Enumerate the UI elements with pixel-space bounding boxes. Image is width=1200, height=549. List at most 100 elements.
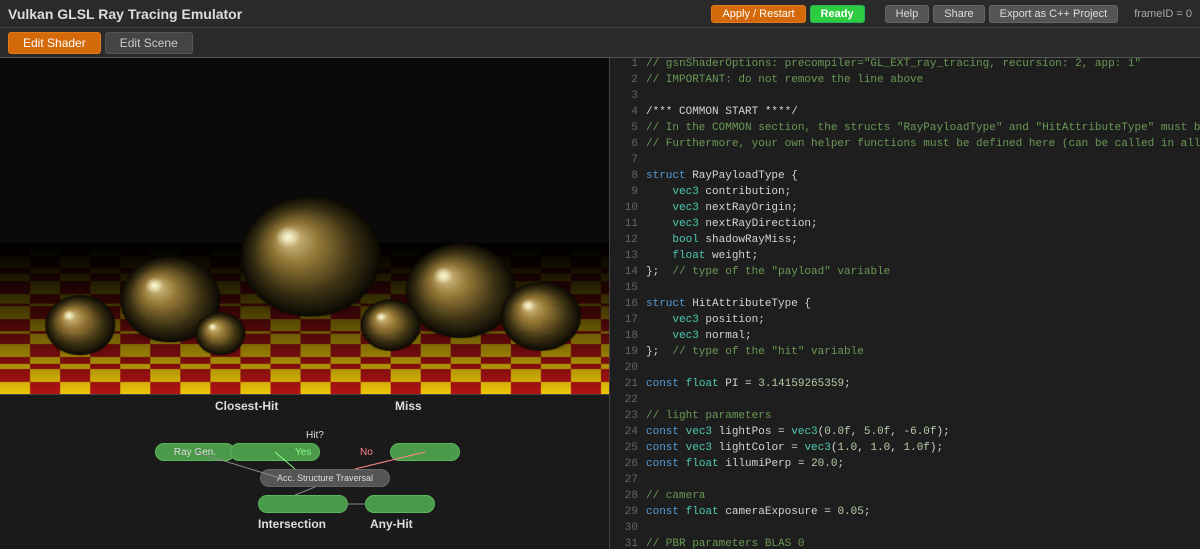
main-content: Closest-Hit Miss Ray Gen. Yes No Hit? Ac… [0,58,1200,549]
line-number: 27 [614,474,646,490]
tab-edit-scene[interactable]: Edit Scene [105,32,193,54]
line-content: const float illumiPerp = 20.0; [646,458,844,474]
line-number: 22 [614,394,646,410]
apply-restart-button[interactable]: Apply / Restart [711,5,805,23]
line-content: struct HitAttributeType { [646,298,811,314]
line-content: const float cameraExposure = 0.05; [646,506,870,522]
code-line: 3 [610,90,1200,106]
line-content: // IMPORTANT: do not remove the line abo… [646,74,923,90]
line-content: // gsnShaderOptions: precompiler="GL_EXT… [646,58,1141,74]
line-number: 23 [614,410,646,426]
line-content: }; // type of the "hit" variable [646,346,864,362]
app-title: Vulkan GLSL Ray Tracing Emulator [8,6,242,22]
line-content: // camera [646,490,705,506]
line-number: 15 [614,282,646,298]
line-content: // PBR parameters BLAS 0 [646,538,804,549]
top-bar: Vulkan GLSL Ray Tracing Emulator Apply /… [0,0,1200,28]
line-number: 3 [614,90,646,106]
yes-label: Yes [295,447,311,458]
line-content: // Furthermore, your own helper function… [646,138,1200,154]
left-panel: Closest-Hit Miss Ray Gen. Yes No Hit? Ac… [0,58,610,549]
code-line: 22 [610,394,1200,410]
tab-edit-shader[interactable]: Edit Shader [8,32,101,54]
line-number: 1 [614,58,646,74]
line-number: 26 [614,458,646,474]
share-button[interactable]: Share [933,5,984,23]
line-number: 2 [614,74,646,90]
render-canvas [0,58,609,394]
code-line: 11 vec3 nextRayDirection; [610,218,1200,234]
line-number: 10 [614,202,646,218]
code-line: 25const vec3 lightColor = vec3(1.0, 1.0,… [610,442,1200,458]
code-line: 8struct RayPayloadType { [610,170,1200,186]
render-view [0,58,609,394]
line-content [646,90,653,106]
code-line: 4/*** COMMON START ****/ [610,106,1200,122]
line-number: 18 [614,330,646,346]
line-content: struct RayPayloadType { [646,170,798,186]
acc-structure-box: Acc. Structure Traversal [260,469,390,487]
code-line: 30 [610,522,1200,538]
line-number: 12 [614,234,646,250]
export-button[interactable]: Export as C++ Project [989,5,1119,23]
hit-label: Hit? [306,430,324,441]
miss-box [390,443,460,461]
miss-label: Miss [395,399,422,413]
tab-bar: Edit Shader Edit Scene [0,28,1200,58]
line-number: 30 [614,522,646,538]
code-line: 7 [610,154,1200,170]
closest-hit-label: Closest-Hit [215,399,278,413]
line-content: vec3 nextRayDirection; [646,218,818,234]
line-number: 9 [614,186,646,202]
line-number: 29 [614,506,646,522]
code-line: 15 [610,282,1200,298]
line-number: 17 [614,314,646,330]
line-content: const float PI = 3.14159265359; [646,378,851,394]
code-line: 14}; // type of the "payload" variable [610,266,1200,282]
code-editor[interactable]: 1// gsnShaderOptions: precompiler="GL_EX… [610,58,1200,549]
code-line: 1// gsnShaderOptions: precompiler="GL_EX… [610,58,1200,74]
line-content: vec3 position; [646,314,765,330]
line-number: 7 [614,154,646,170]
line-content: // light parameters [646,410,771,426]
code-line: 5// In the COMMON section, the structs "… [610,122,1200,138]
code-line: 9 vec3 contribution; [610,186,1200,202]
line-content: vec3 contribution; [646,186,791,202]
line-number: 6 [614,138,646,154]
code-line: 12 bool shadowRayMiss; [610,234,1200,250]
right-panel: 1// gsnShaderOptions: precompiler="GL_EX… [610,58,1200,549]
line-content: vec3 normal; [646,330,752,346]
frame-id-label: frameID = 0 [1134,8,1192,20]
line-number: 16 [614,298,646,314]
code-line: 24const vec3 lightPos = vec3(0.0f, 5.0f,… [610,426,1200,442]
code-line: 31// PBR parameters BLAS 0 [610,538,1200,549]
line-number: 21 [614,378,646,394]
line-content: /*** COMMON START ****/ [646,106,798,122]
ready-button[interactable]: Ready [810,5,865,23]
line-content: float weight; [646,250,758,266]
intersection-label: Intersection [258,517,326,531]
line-number: 20 [614,362,646,378]
ray-gen-box: Ray Gen. [155,443,235,461]
line-content [646,522,653,538]
line-content: }; // type of the "payload" variable [646,266,890,282]
help-button[interactable]: Help [885,5,930,23]
line-number: 25 [614,442,646,458]
code-line: 21const float PI = 3.14159265359; [610,378,1200,394]
line-number: 4 [614,106,646,122]
line-content [646,362,653,378]
line-number: 31 [614,538,646,549]
line-number: 5 [614,122,646,138]
line-number: 11 [614,218,646,234]
code-line: 16struct HitAttributeType { [610,298,1200,314]
line-number: 28 [614,490,646,506]
line-number: 13 [614,250,646,266]
no-label: No [360,447,373,458]
line-content [646,282,653,298]
code-line: 19}; // type of the "hit" variable [610,346,1200,362]
code-line: 23// light parameters [610,410,1200,426]
line-number: 8 [614,170,646,186]
code-line: 20 [610,362,1200,378]
code-line: 26const float illumiPerp = 20.0; [610,458,1200,474]
code-line: 27 [610,474,1200,490]
